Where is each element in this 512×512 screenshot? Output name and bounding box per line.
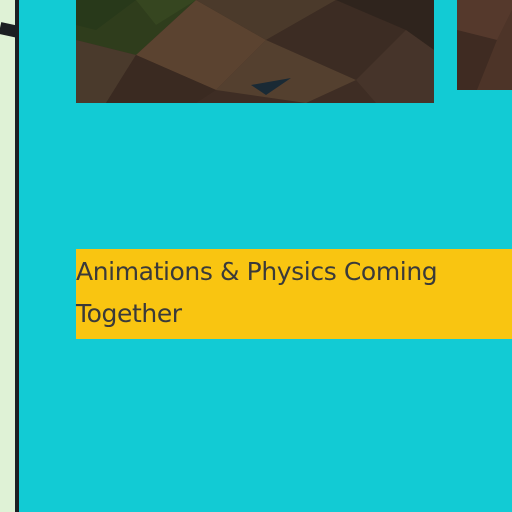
- post-title-highlight: Animations & Physics Coming Together: [76, 249, 512, 339]
- post-thumbnail-image[interactable]: [457, 0, 512, 90]
- post-title[interactable]: Animations & Physics Coming Together: [76, 251, 512, 335]
- post-card: Animations & Physics Coming Together: [19, 0, 512, 512]
- post-thumbnail-image[interactable]: [76, 0, 434, 103]
